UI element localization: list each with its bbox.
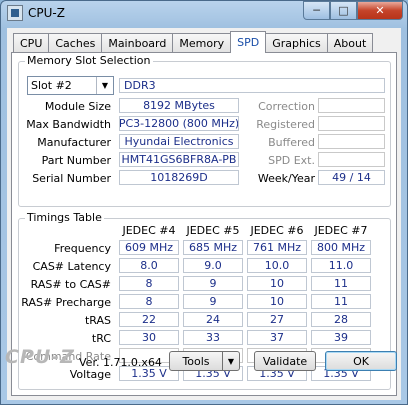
timings-row-label: RAS# to CAS# <box>30 278 111 291</box>
timings-group-title: Timings Table <box>25 211 104 224</box>
module-size-value: 8192 MBytes <box>119 98 239 113</box>
version-label: Ver. 1.71.0.x64 <box>79 356 162 369</box>
chevron-down-icon[interactable]: ▼ <box>96 77 113 94</box>
timings-row-label: tRAS <box>84 314 111 327</box>
timings-cell: 609 MHz <box>119 240 179 255</box>
timings-cell: 37 <box>247 330 307 345</box>
timings-row-label: CAS# Latency <box>32 260 111 273</box>
tab-memory[interactable]: Memory <box>172 33 232 52</box>
part-number-value: HMT41GS6BFR8A-PB <box>119 152 239 167</box>
timings-cell: 27 <box>247 312 307 327</box>
timings-column-header: JEDEC #6 <box>250 224 304 237</box>
timings-cell: 11 <box>311 294 371 309</box>
tab-cpu[interactable]: CPU <box>13 33 50 52</box>
serial-number-value: 1018269D <box>119 170 239 185</box>
client-area: CPU Caches Mainboard Memory SPD Graphics… <box>7 28 401 400</box>
timings-row-label: Voltage <box>69 368 111 381</box>
tab-about[interactable]: About <box>326 33 374 52</box>
timings-cell: 8 <box>119 276 179 291</box>
week-year-label: Week/Year <box>257 172 315 185</box>
timings-cell: 33 <box>183 330 243 345</box>
cpuz-logo: CPU-Z <box>5 346 75 368</box>
close-icon: ✕ <box>375 4 385 17</box>
timings-cell: 9 <box>183 294 243 309</box>
timings-cell: 9 <box>183 276 243 291</box>
ok-button[interactable]: OK <box>325 351 397 371</box>
registered-value <box>318 116 385 131</box>
tools-dropdown-arrow-icon[interactable]: ▼ <box>222 351 240 371</box>
timings-cell: 11 <box>311 276 371 291</box>
buffered-label: Buffered <box>268 136 315 149</box>
minimize-button[interactable]: ─ <box>303 1 330 20</box>
timings-row-label: tRC <box>91 332 111 345</box>
slot-select-value: Slot #2 <box>31 79 72 92</box>
timings-cell: 28 <box>311 312 371 327</box>
week-year-value: 49 / 14 <box>318 170 385 185</box>
spd-ext-value <box>318 152 385 167</box>
timings-cell: 8 <box>119 294 179 309</box>
minimize-icon: ─ <box>313 4 320 17</box>
timings-cell: 22 <box>119 312 179 327</box>
tab-spd[interactable]: SPD <box>230 31 267 53</box>
memory-slot-group-title: Memory Slot Selection <box>25 54 153 67</box>
maximize-button[interactable]: □ <box>330 1 357 20</box>
timings-cell: 685 MHz <box>183 240 243 255</box>
title-bar[interactable]: CPU-Z ─ □ ✕ <box>1 1 407 27</box>
timings-column-header: JEDEC #5 <box>186 224 240 237</box>
timings-column-header: JEDEC #7 <box>314 224 368 237</box>
registered-label: Registered <box>256 118 315 131</box>
timings-cell: 10 <box>247 294 307 309</box>
timings-row-label: Frequency <box>54 242 111 255</box>
close-button[interactable]: ✕ <box>357 1 403 20</box>
timings-cell: 39 <box>311 330 371 345</box>
max-bandwidth-value: PC3-12800 (800 MHz) <box>119 116 239 131</box>
serial-number-label: Serial Number <box>32 172 111 185</box>
window-title: CPU-Z <box>28 6 65 20</box>
timings-cell: 8.0 <box>119 258 179 273</box>
tools-button[interactable]: Tools <box>169 351 223 371</box>
timings-cell: 10.0 <box>247 258 307 273</box>
timings-row-label: RAS# Precharge <box>21 296 111 309</box>
memory-slot-group: Memory Slot Selection Slot #2 ▼ DDR3 Mod… <box>18 54 391 207</box>
timings-cell: 24 <box>183 312 243 327</box>
spd-ext-label: SPD Ext. <box>268 154 315 167</box>
tab-strip: CPU Caches Mainboard Memory SPD Graphics… <box>13 31 374 53</box>
slot-select[interactable]: Slot #2 ▼ <box>27 76 114 95</box>
tab-graphics[interactable]: Graphics <box>265 33 328 52</box>
validate-button[interactable]: Validate <box>254 351 316 371</box>
timings-cell: 11.0 <box>311 258 371 273</box>
maximize-icon: □ <box>338 4 349 17</box>
correction-value <box>318 98 385 113</box>
correction-label: Correction <box>258 100 315 113</box>
cpuz-app-icon <box>7 5 23 21</box>
buffered-value <box>318 134 385 149</box>
cpuz-window: CPU-Z ─ □ ✕ CPU Caches Mainboard Memory … <box>0 0 408 405</box>
tab-caches[interactable]: Caches <box>48 33 103 52</box>
manufacturer-value: Hyundai Electronics <box>119 134 239 149</box>
spd-panel: Memory Slot Selection Slot #2 ▼ DDR3 Mod… <box>11 52 397 396</box>
timings-cell: 800 MHz <box>311 240 371 255</box>
module-type-value: DDR3 <box>119 78 385 93</box>
timings-cell: 761 MHz <box>247 240 307 255</box>
part-number-label: Part Number <box>41 154 111 167</box>
max-bandwidth-label: Max Bandwidth <box>26 118 111 131</box>
tab-mainboard[interactable]: Mainboard <box>101 33 174 52</box>
timings-cell: 30 <box>119 330 179 345</box>
manufacturer-label: Manufacturer <box>37 136 111 149</box>
module-size-label: Module Size <box>44 100 111 113</box>
timings-column-header: JEDEC #4 <box>122 224 176 237</box>
timings-cell: 10 <box>247 276 307 291</box>
timings-cell: 9.0 <box>183 258 243 273</box>
